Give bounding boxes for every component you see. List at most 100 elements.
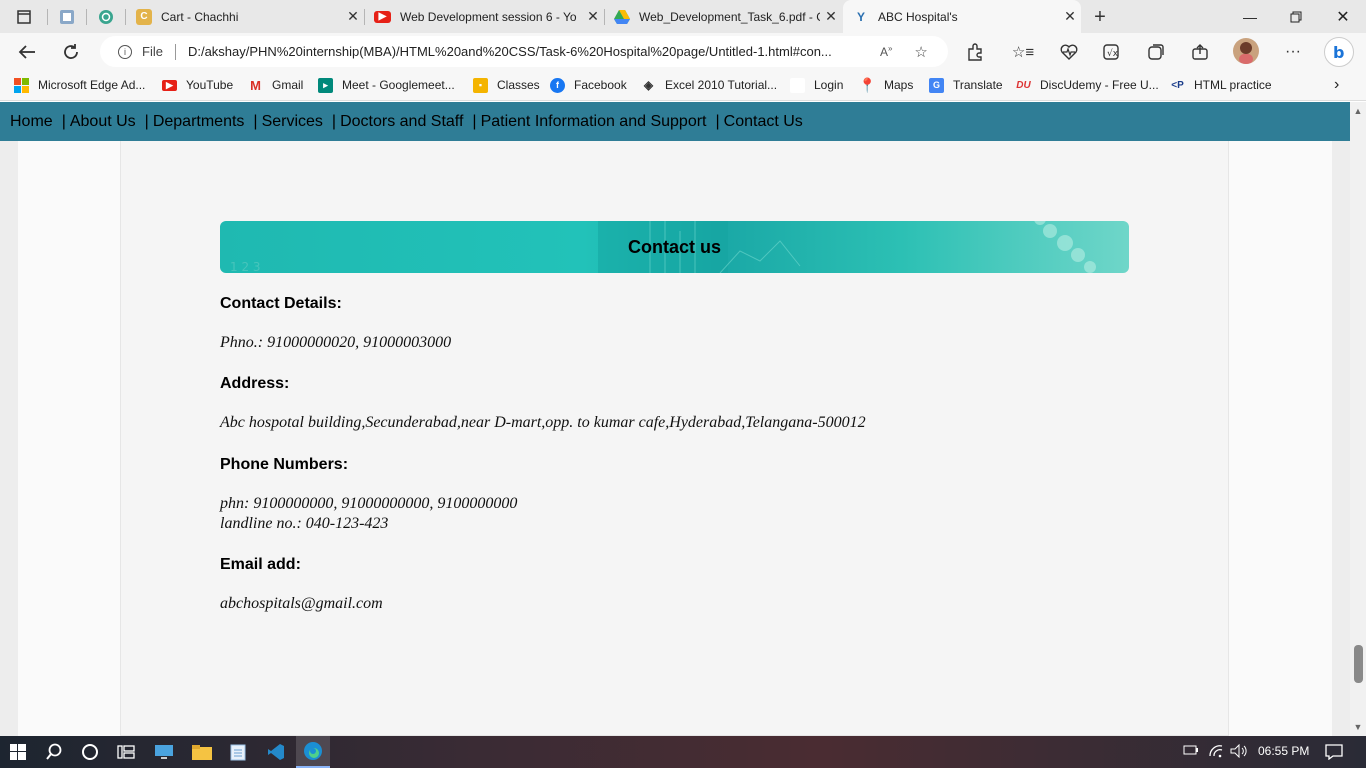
microsoft-icon: [14, 77, 29, 93]
favorites-bar: Microsoft Edge Ad... ▶ YouTube M Gmail ▸…: [0, 70, 1366, 101]
favorite-login[interactable]: Login: [790, 75, 843, 95]
scroll-thumb[interactable]: [1354, 645, 1363, 683]
window-close-icon[interactable]: ✕: [1320, 0, 1366, 33]
chevron-right-icon[interactable]: ›: [1334, 75, 1339, 95]
address-heading: Address:: [220, 375, 290, 392]
tab-cart-chachhi[interactable]: C Cart - Chachhi ✕: [126, 0, 364, 33]
chatgpt-pinned-icon[interactable]: [95, 6, 117, 28]
nav-services[interactable]: Services: [262, 113, 323, 131]
refresh-icon[interactable]: [58, 39, 84, 65]
close-icon[interactable]: ✕: [342, 8, 364, 25]
read-aloud-icon[interactable]: A»: [880, 44, 892, 59]
windows-start-icon[interactable]: [6, 740, 30, 764]
meet-icon: ▸: [318, 77, 333, 93]
page-scrollbar[interactable]: ▲ ▼: [1350, 102, 1366, 736]
favorite-gmail[interactable]: M Gmail: [248, 75, 303, 95]
favorite-classes[interactable]: ▪ Classes: [473, 75, 540, 95]
address-row: i File D:/akshay/PHN%20internship(MBA)/H…: [0, 33, 1366, 70]
tab-web-development-task-pdf[interactable]: Web_Development_Task_6.pdf - G ✕: [604, 0, 842, 33]
landline-text: landline no.: 040-123-423: [220, 515, 389, 532]
share-icon[interactable]: [1189, 41, 1211, 63]
phone-numbers-text: phn: 9100000000, 91000000000, 9100000000: [220, 495, 518, 512]
nav-doctors-and-staff[interactable]: Doctors and Staff: [340, 113, 463, 131]
minimize-icon[interactable]: —: [1227, 0, 1273, 33]
close-icon[interactable]: ✕: [1059, 8, 1081, 25]
tab-web-development-session[interactable]: ▶ Web Development session 6 - Yo ✕: [364, 0, 604, 33]
contact-details-heading: Contact Details:: [220, 295, 342, 312]
search-icon[interactable]: [42, 740, 66, 764]
youtube-icon: ▶: [374, 10, 391, 23]
contact-details-text: Phno.: 91000000020, 91000003000: [220, 334, 452, 351]
tab-title: Cart - Chachhi: [161, 9, 239, 24]
url-text[interactable]: D:/akshay/PHN%20internship(MBA)/HTML%20a…: [188, 44, 874, 59]
pinned-tab-icon[interactable]: [56, 6, 78, 28]
collections-icon[interactable]: [1145, 41, 1167, 63]
new-tab-icon[interactable]: +: [1089, 6, 1111, 28]
tab-strip: C Cart - Chachhi ✕ ▶ Web Development ses…: [0, 0, 1366, 33]
email-text: abchospitals@gmail.com: [220, 595, 383, 612]
power-icon[interactable]: [1183, 744, 1199, 759]
favorite-label: HTML practice: [1194, 78, 1272, 92]
nav-home[interactable]: Home: [10, 113, 53, 131]
restore-icon[interactable]: [1273, 0, 1319, 33]
close-icon[interactable]: ✕: [820, 8, 842, 25]
health-icon[interactable]: [1058, 41, 1080, 63]
clock-time[interactable]: 06:55 PM: [1258, 744, 1309, 758]
favorite-excel-tutorial[interactable]: ◈ Excel 2010 Tutorial...: [641, 75, 777, 95]
favorite-label: YouTube: [186, 78, 234, 92]
nav-departments[interactable]: Departments: [153, 113, 245, 131]
favorite-label: Facebook: [574, 78, 627, 92]
favorite-translate[interactable]: G Translate: [929, 75, 1003, 95]
banner-title: Contact us: [627, 236, 721, 257]
favorite-html-practice[interactable]: <P HTML practice: [1170, 75, 1272, 95]
vscode-icon[interactable]: [264, 740, 288, 764]
scroll-up-icon[interactable]: ▲: [1350, 104, 1366, 118]
svg-text:b: b: [1333, 43, 1344, 62]
volume-icon[interactable]: [1230, 743, 1248, 761]
more-options-icon[interactable]: ···: [1282, 41, 1304, 63]
nav-contact-us[interactable]: Contact Us: [724, 113, 803, 131]
edge-taskbar-icon[interactable]: [296, 736, 330, 768]
bing-copilot-icon[interactable]: b: [1324, 37, 1354, 67]
nav-patient-information[interactable]: Patient Information and Support: [481, 113, 707, 131]
computer-icon[interactable]: [152, 740, 176, 764]
address-bar[interactable]: i File D:/akshay/PHN%20internship(MBA)/H…: [100, 36, 948, 67]
notifications-icon[interactable]: [1325, 744, 1343, 763]
youtube-icon: ▶: [162, 79, 177, 91]
tab-actions-icon[interactable]: [13, 6, 35, 28]
favorite-facebook[interactable]: f Facebook: [550, 75, 627, 95]
tab-abc-hospitals[interactable]: Y ABC Hospital's ✕: [843, 0, 1081, 33]
favorite-microsoft-edge[interactable]: Microsoft Edge Ad...: [14, 75, 145, 95]
favorite-youtube[interactable]: ▶ YouTube: [162, 75, 233, 95]
tab-title: ABC Hospital's: [878, 9, 958, 24]
profile-avatar-icon[interactable]: [1233, 38, 1259, 64]
math-solver-icon[interactable]: √x: [1100, 41, 1122, 63]
favorites-icon[interactable]: ☆≡: [1012, 41, 1034, 63]
cortana-icon[interactable]: [78, 740, 102, 764]
favorite-label: DiscUdemy - Free U...: [1040, 78, 1159, 92]
favorite-label: Meet - Googlemeet...: [342, 78, 455, 92]
file-label: File: [142, 44, 163, 59]
favorite-discudemy[interactable]: DU DiscUdemy - Free U...: [1016, 75, 1159, 95]
favorite-label: Login: [814, 78, 844, 92]
favorite-maps[interactable]: 📍 Maps: [859, 75, 914, 95]
wifi-icon[interactable]: [1208, 744, 1224, 761]
classroom-icon: ▪: [473, 77, 488, 93]
file-explorer-icon[interactable]: [190, 740, 214, 764]
favorite-label: Microsoft Edge Ad...: [38, 78, 146, 92]
notepad-icon[interactable]: [226, 740, 250, 764]
tab-title: Web Development session 6 - Yo: [400, 9, 577, 24]
favorite-meet[interactable]: ▸ Meet - Googlemeet...: [318, 75, 455, 95]
close-icon[interactable]: ✕: [582, 8, 604, 25]
add-favorite-icon[interactable]: ☆: [914, 43, 927, 61]
task-view-icon[interactable]: [114, 740, 138, 764]
extensions-icon[interactable]: [964, 41, 986, 63]
address-text: Abc hospotal building,Secunderabad,near …: [220, 414, 866, 431]
scroll-down-icon[interactable]: ▼: [1350, 720, 1366, 734]
nav-about-us[interactable]: About Us: [70, 113, 136, 131]
info-icon[interactable]: i: [118, 44, 132, 59]
code-icon: <P: [1171, 79, 1184, 91]
favorite-label: Excel 2010 Tutorial...: [665, 78, 778, 92]
email-heading: Email add:: [220, 556, 301, 573]
back-icon[interactable]: [14, 39, 40, 65]
